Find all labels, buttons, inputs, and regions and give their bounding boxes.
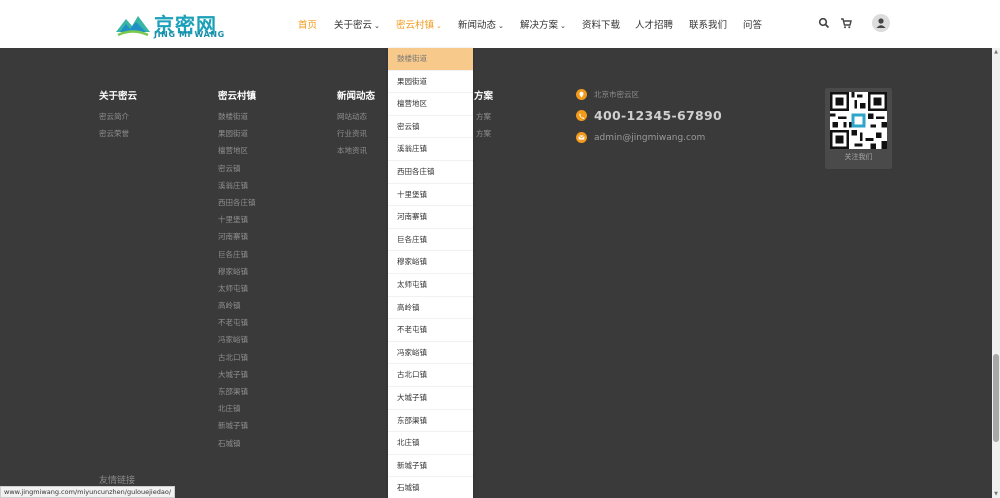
- nav-item-villages[interactable]: 密云村镇 ⌄: [396, 17, 442, 31]
- footer-col-list-news: 网站动态 行业资讯 本地资讯: [337, 112, 367, 164]
- footer-col-title-villages: 密云村镇: [218, 91, 257, 102]
- footer-link[interactable]: 果园街道: [218, 129, 256, 146]
- dropdown-item[interactable]: 北庄镇: [388, 432, 473, 455]
- footer-link[interactable]: 密云荣誉: [99, 129, 129, 146]
- footer-link[interactable]: 檀营地区: [218, 146, 256, 163]
- nav-item-home[interactable]: 首页: [298, 17, 317, 31]
- page-scrollbar[interactable]: ▲ ▼: [992, 48, 1000, 498]
- scroll-down-arrow-icon[interactable]: ▼: [992, 490, 1000, 498]
- cart-icon[interactable]: [840, 17, 852, 29]
- footer-link[interactable]: 石城镇: [218, 439, 256, 456]
- contact-email: admin@jingmiwang.com: [576, 132, 705, 143]
- logo-english-text: JING MI WANG: [154, 30, 225, 39]
- chevron-down-icon: ⌄: [436, 22, 442, 30]
- footer-link[interactable]: 冯家峪镇: [218, 335, 256, 352]
- dropdown-item[interactable]: 冯家峪镇: [388, 342, 473, 365]
- contact-email-text[interactable]: admin@jingmiwang.com: [594, 133, 705, 143]
- dropdown-item[interactable]: 太师屯镇: [388, 274, 473, 297]
- dropdown-item[interactable]: 穆家峪镇: [388, 251, 473, 274]
- footer-link[interactable]: 北庄镇: [218, 404, 256, 421]
- footer-link[interactable]: 大城子镇: [218, 370, 256, 387]
- dropdown-item[interactable]: 不老屯镇: [388, 319, 473, 342]
- footer-col-list-about: 密云简介 密云荣誉: [99, 112, 129, 146]
- villages-dropdown-menu: 鼓楼街道 果园街道 檀营地区 密云镇 溪翁庄镇 西田各庄镇 十里堡镇 河南寨镇 …: [388, 48, 473, 498]
- footer-link[interactable]: 密云镇: [218, 164, 256, 181]
- dropdown-item[interactable]: 溪翁庄镇: [388, 138, 473, 161]
- dropdown-item[interactable]: 西田各庄镇: [388, 161, 473, 184]
- contact-phone: 400-12345-67890: [576, 108, 722, 123]
- footer-link[interactable]: 溪翁庄镇: [218, 181, 256, 198]
- nav-item-solutions[interactable]: 解决方案 ⌄: [520, 17, 566, 31]
- footer-col-title-solutions: 方案: [474, 91, 494, 102]
- footer-link[interactable]: 鼓楼街道: [218, 112, 256, 129]
- nav-item-downloads[interactable]: 资料下载: [582, 17, 620, 31]
- footer-link[interactable]: 本地资讯: [337, 146, 367, 163]
- dropdown-item[interactable]: 鼓楼街道: [388, 48, 473, 71]
- user-avatar-icon[interactable]: [872, 14, 890, 32]
- footer-link[interactable]: 东邵渠镇: [218, 387, 256, 404]
- footer-col-title-news: 新闻动态: [337, 91, 376, 102]
- footer-col-title-about: 关于密云: [99, 91, 138, 102]
- scroll-up-arrow-icon[interactable]: ▲: [992, 48, 1000, 56]
- search-icon[interactable]: [818, 17, 830, 29]
- footer-link[interactable]: 巨各庄镇: [218, 250, 256, 267]
- dropdown-item[interactable]: 大城子镇: [388, 387, 473, 410]
- footer-link[interactable]: 网站动态: [337, 112, 367, 129]
- footer-col-list-villages: 鼓楼街道 果园街道 檀营地区 密云镇 溪翁庄镇 西田各庄镇 十里堡镇 河南寨镇 …: [218, 112, 256, 456]
- chevron-down-icon: ⌄: [560, 22, 566, 30]
- footer-link[interactable]: 十里堡镇: [218, 215, 256, 232]
- mountain-logo-icon: [116, 16, 150, 37]
- contact-address-text: 北京市密云区: [594, 90, 639, 99]
- dropdown-item[interactable]: 新城子镇: [388, 455, 473, 478]
- footer-link[interactable]: 不老屯镇: [218, 318, 256, 335]
- footer-link[interactable]: 古北口镇: [218, 353, 256, 370]
- dropdown-item[interactable]: 东邵渠镇: [388, 410, 473, 433]
- footer-col-list-solutions: 方案 方案: [476, 112, 491, 146]
- scrollbar-thumb[interactable]: [993, 354, 999, 442]
- status-bar-url: www.jingmiwang.com/miyuncunzhen/guloueji…: [0, 486, 176, 498]
- dropdown-item[interactable]: 河南寨镇: [388, 206, 473, 229]
- email-icon: [576, 132, 587, 143]
- footer-link[interactable]: 方案: [476, 129, 491, 146]
- qr-code-panel: 关注我们: [825, 88, 892, 169]
- chevron-down-icon: ⌄: [498, 22, 504, 30]
- dropdown-item[interactable]: 果园街道: [388, 71, 473, 94]
- friend-links-title: 友情链接: [99, 476, 136, 486]
- footer-link[interactable]: 方案: [476, 112, 491, 129]
- nav-item-news[interactable]: 新闻动态 ⌄: [458, 17, 504, 31]
- dropdown-item[interactable]: 密云镇: [388, 116, 473, 139]
- footer-link[interactable]: 新城子镇: [218, 421, 256, 438]
- dropdown-item[interactable]: 高岭镇: [388, 297, 473, 320]
- footer-link[interactable]: 密云简介: [99, 112, 129, 129]
- nav-item-contact[interactable]: 联系我们: [689, 17, 727, 31]
- dropdown-item[interactable]: 十里堡镇: [388, 184, 473, 207]
- footer-link[interactable]: 高岭镇: [218, 301, 256, 318]
- footer-link[interactable]: 太师屯镇: [218, 284, 256, 301]
- phone-icon: [576, 110, 587, 121]
- dropdown-item[interactable]: 檀营地区: [388, 93, 473, 116]
- location-pin-icon: [576, 89, 587, 100]
- dropdown-item[interactable]: 石城镇: [388, 477, 473, 498]
- dropdown-item[interactable]: 古北口镇: [388, 364, 473, 387]
- site-header: 京密网 JING MI WANG 首页 关于密云 ⌄ 密云村镇 ⌄ 新闻动态 ⌄ 解决…: [0, 0, 1000, 48]
- footer-link[interactable]: 行业资讯: [337, 129, 367, 146]
- contact-address: 北京市密云区: [576, 89, 639, 100]
- nav-item-qa[interactable]: 问答: [743, 17, 762, 31]
- nav-item-careers[interactable]: 人才招聘: [635, 17, 673, 31]
- qr-code-label: 关注我们: [844, 153, 873, 161]
- footer-link[interactable]: 穆家峪镇: [218, 267, 256, 284]
- site-logo[interactable]: 京密网 JING MI WANG: [114, 8, 224, 42]
- qr-code-image: [830, 92, 887, 149]
- nav-item-about[interactable]: 关于密云 ⌄: [334, 17, 380, 31]
- footer-link[interactable]: 西田各庄镇: [218, 198, 256, 215]
- footer-link[interactable]: 河南寨镇: [218, 232, 256, 249]
- chevron-down-icon: ⌄: [374, 22, 380, 30]
- contact-phone-text: 400-12345-67890: [594, 108, 722, 123]
- dropdown-item[interactable]: 巨各庄镇: [388, 229, 473, 252]
- dropdown-list: 鼓楼街道 果园街道 檀营地区 密云镇 溪翁庄镇 西田各庄镇 十里堡镇 河南寨镇 …: [388, 48, 473, 498]
